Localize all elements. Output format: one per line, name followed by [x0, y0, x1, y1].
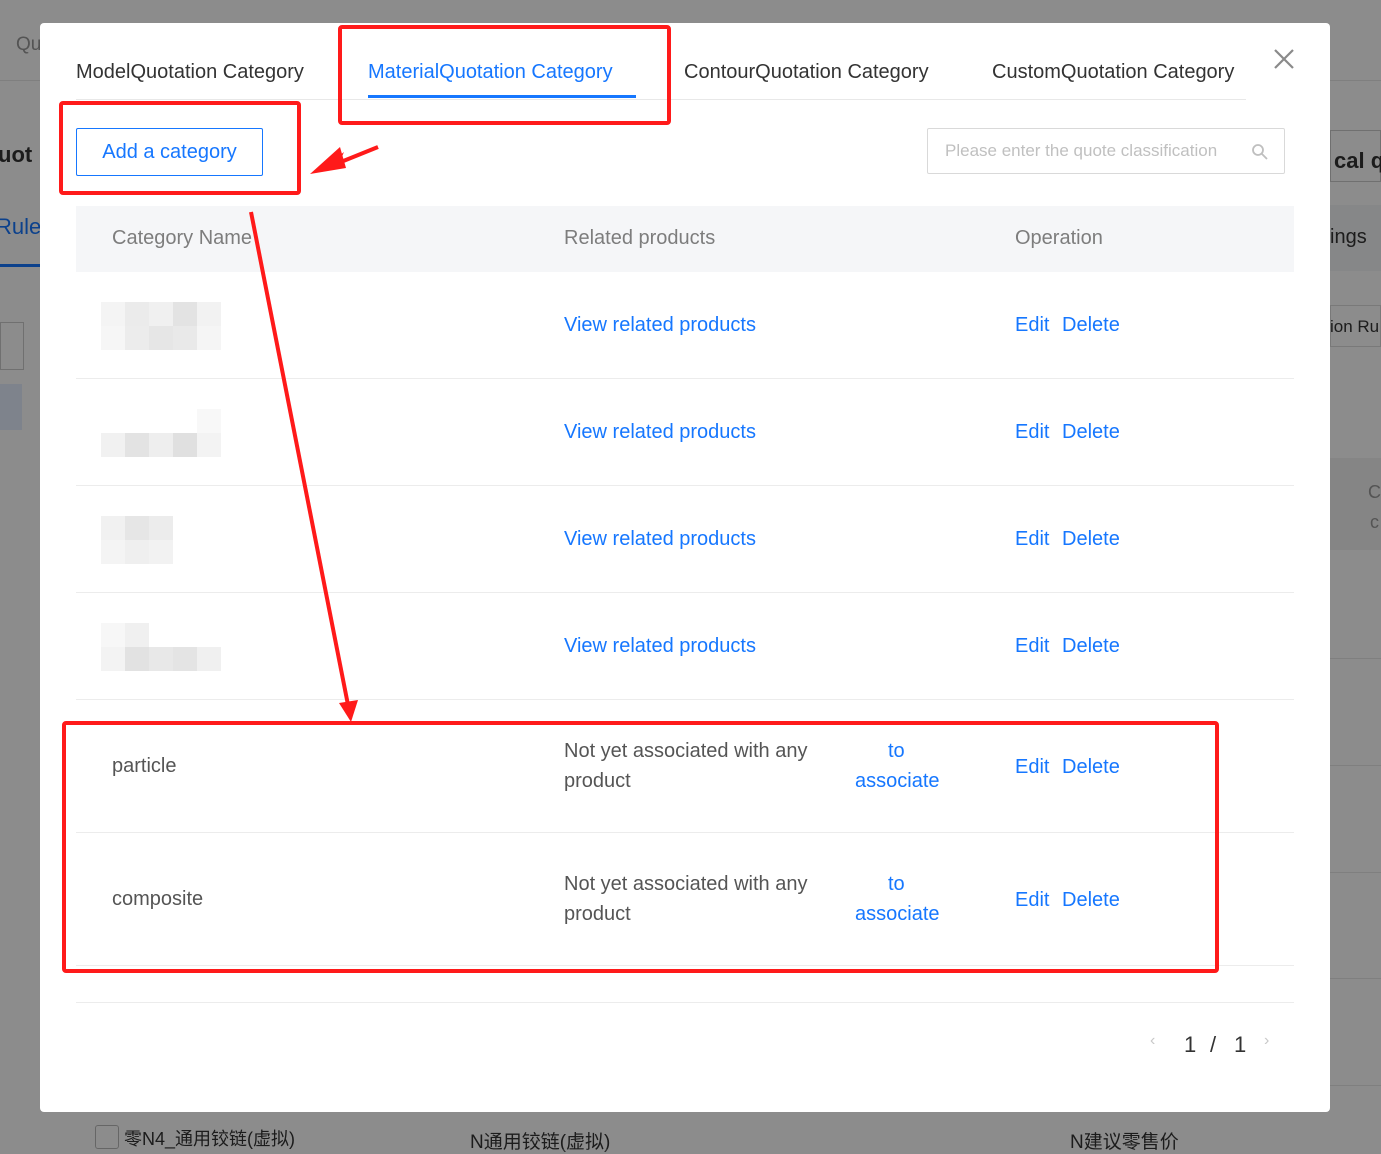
- table-row: View related products Edit Delete: [76, 593, 1294, 700]
- category-name: particle: [112, 755, 177, 777]
- table-row: View related products Edit Delete: [76, 379, 1294, 486]
- column-related-products: Related products: [564, 227, 716, 249]
- no-association-text-line2: product: [564, 770, 631, 792]
- active-tab-indicator: [368, 95, 636, 98]
- edit-link[interactable]: Edit: [1015, 889, 1049, 912]
- add-category-button[interactable]: Add a category: [76, 128, 263, 176]
- column-operation: Operation: [1015, 227, 1103, 249]
- current-page: 1: [1184, 1032, 1197, 1057]
- search-input[interactable]: [928, 129, 1255, 173]
- to-associate-link-line2[interactable]: associate: [855, 770, 940, 793]
- to-associate-link[interactable]: to: [888, 873, 905, 896]
- category-name: composite: [112, 888, 204, 910]
- pagination: ‹ 1 / 1 ›: [1150, 1030, 1280, 1060]
- to-associate-link-line2[interactable]: associate: [855, 903, 940, 926]
- table-row: particle Not yet associated with any pro…: [76, 700, 1294, 833]
- close-icon[interactable]: [1270, 45, 1298, 73]
- table-header: Category Name Related products Operation: [76, 206, 1294, 272]
- page-separator: /: [1210, 1032, 1217, 1057]
- delete-link[interactable]: Delete: [1062, 528, 1120, 551]
- delete-link[interactable]: Delete: [1062, 889, 1120, 912]
- tab-material-quotation[interactable]: MaterialQuotation Category: [368, 61, 613, 84]
- total-pages: 1: [1234, 1032, 1247, 1057]
- prev-page-icon[interactable]: ‹: [1150, 1032, 1155, 1050]
- delete-link[interactable]: Delete: [1062, 756, 1120, 779]
- tab-custom-quotation[interactable]: CustomQuotation Category: [992, 61, 1234, 84]
- no-association-text: Not yet associated with any: [564, 740, 808, 762]
- pixelated-name: [101, 302, 221, 350]
- edit-link[interactable]: Edit: [1015, 528, 1049, 551]
- category-modal: ModelQuotation Category MaterialQuotatio…: [40, 23, 1330, 1112]
- no-association-text-line2: product: [564, 903, 631, 925]
- delete-link[interactable]: Delete: [1062, 314, 1120, 337]
- search-icon[interactable]: [1251, 143, 1269, 161]
- pixelated-name: [101, 409, 221, 457]
- no-association-text: Not yet associated with any: [564, 873, 808, 895]
- table-row: View related products Edit Delete: [76, 486, 1294, 593]
- table-row: View related products Edit Delete: [76, 272, 1294, 379]
- column-category-name: Category Name: [112, 227, 253, 249]
- delete-link[interactable]: Delete: [1062, 635, 1120, 658]
- category-table: Category Name Related products Operation…: [76, 206, 1294, 1003]
- tab-contour-quotation[interactable]: ContourQuotation Category: [684, 61, 929, 84]
- to-associate-link[interactable]: to: [888, 740, 905, 763]
- view-related-products-link[interactable]: View related products: [564, 314, 756, 337]
- view-related-products-link[interactable]: View related products: [564, 635, 756, 658]
- pixelated-name: [101, 516, 221, 564]
- next-page-icon[interactable]: ›: [1264, 1032, 1269, 1050]
- tab-model-quotation[interactable]: ModelQuotation Category: [76, 61, 304, 84]
- search-box: [927, 128, 1285, 174]
- view-related-products-link[interactable]: View related products: [564, 528, 756, 551]
- edit-link[interactable]: Edit: [1015, 314, 1049, 337]
- edit-link[interactable]: Edit: [1015, 635, 1049, 658]
- edit-link[interactable]: Edit: [1015, 756, 1049, 779]
- pixelated-name: [101, 623, 221, 671]
- table-row: composite Not yet associated with any pr…: [76, 833, 1294, 966]
- delete-link[interactable]: Delete: [1062, 421, 1120, 444]
- view-related-products-link[interactable]: View related products: [564, 421, 756, 444]
- edit-link[interactable]: Edit: [1015, 421, 1049, 444]
- category-tabs: ModelQuotation Category MaterialQuotatio…: [76, 53, 1246, 100]
